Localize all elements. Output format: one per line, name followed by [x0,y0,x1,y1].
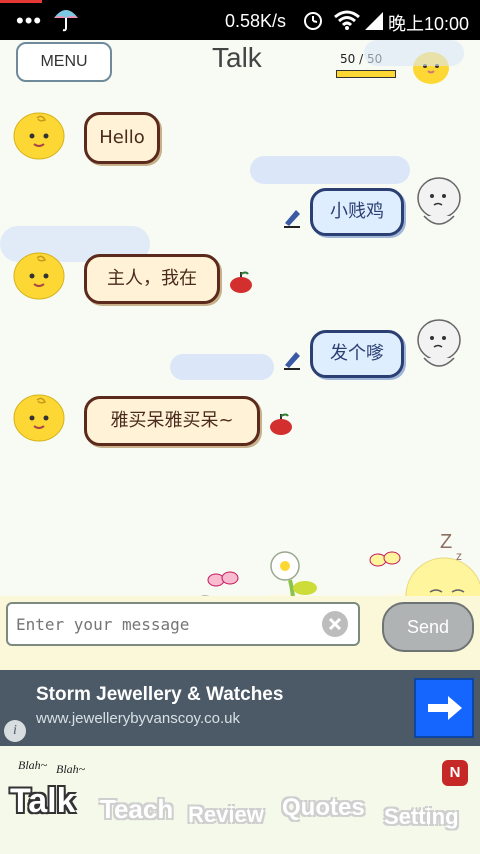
status-bar: ••• 0.58K/s 晚上10:00 [0,0,480,40]
message-text: 发个嗲 [330,343,384,364]
status-accent-line [0,0,42,3]
chick-avatar [13,394,65,442]
clock-time: 晚上10:00 [388,14,470,34]
ad-banner[interactable]: Storm Jewellery & Watches www.jewelleryb… [0,670,480,746]
gray-blob-avatar [417,319,461,367]
more-dots-icon: ••• [16,8,43,33]
ad-title[interactable]: Storm Jewellery & Watches [36,684,283,706]
message-text: 小贱鸡 [330,201,384,222]
alarm-icon [304,12,322,30]
ad-info-icon[interactable]: i [4,720,26,742]
tab-review[interactable]: Review [188,802,264,828]
message-bubble: 雅买呆雅买呆~ [84,396,260,446]
umbrella-icon [54,10,78,32]
chick-avatar [13,252,65,300]
pencil-icon[interactable] [282,348,302,370]
svg-text:Z: Z [440,531,452,553]
network-speed: 0.58K/s [225,11,287,31]
wifi-icon [334,10,360,30]
message-input[interactable] [6,602,360,646]
tab-talk[interactable]: Talk [10,782,76,821]
chat-area: MENU Talk 50 / 50 Hello 小贱鸡 主人，我在 发个嗲 雅买… [0,40,480,672]
cloud-decoration [250,156,410,184]
blah-decoration: Blah~ [56,762,86,776]
svg-text:z: z [456,549,462,563]
message-bubble: Hello [84,112,160,164]
message-input-bar: Send [0,596,480,670]
tab-teach[interactable]: Teach [100,794,173,825]
cloud-decoration [364,40,464,66]
message-text: 雅买呆雅买呆~ [110,410,234,431]
tab-quotes[interactable]: Quotes [282,794,365,822]
gray-blob-avatar [417,177,461,225]
signal-icon [365,12,383,30]
blah-decoration: Blah~ [18,758,48,772]
message-bubble: 主人，我在 [84,254,220,304]
message-bubble: 发个嗲 [310,330,404,378]
arrow-right-icon[interactable] [414,678,474,738]
clear-input-icon[interactable] [321,610,349,638]
apple-icon[interactable] [228,270,254,294]
chick-avatar [13,112,65,160]
pencil-icon[interactable] [282,206,302,228]
page-title: Talk [212,42,262,73]
counter-progress-bar [336,70,396,78]
message-text: Hello [99,127,145,148]
message-bubble: 小贱鸡 [310,188,404,236]
menu-button[interactable]: MENU [16,42,112,82]
counter-progress-fill [337,71,395,77]
notification-badge[interactable]: N [442,760,468,786]
message-text: 主人，我在 [107,268,197,289]
apple-icon[interactable] [268,412,294,436]
cloud-decoration [170,354,274,380]
bottom-nav: Blah~ Blah~ Talk Teach Review Quotes Set… [0,746,480,854]
tab-setting[interactable]: Setting [384,804,459,830]
send-button[interactable]: Send [382,602,474,652]
ad-url[interactable]: www.jewellerybyvanscoy.co.uk [36,710,240,727]
